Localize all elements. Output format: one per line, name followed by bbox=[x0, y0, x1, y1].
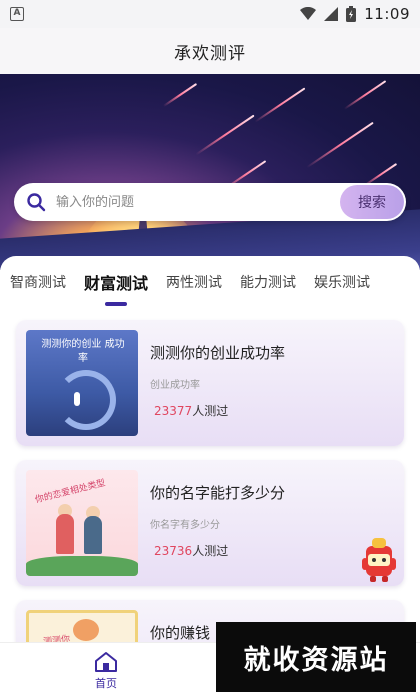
shooting-star bbox=[254, 87, 306, 123]
tab-entertainment-test[interactable]: 娱乐测试 bbox=[308, 272, 376, 292]
tab-ability-test[interactable]: 能力测试 bbox=[234, 272, 302, 292]
tab-relationship-test[interactable]: 两性测试 bbox=[160, 272, 228, 292]
card-thumbnail: 你的恋爱相处类型 bbox=[26, 470, 138, 576]
thumbnail-caption: 你的恋爱相处类型 bbox=[34, 478, 107, 506]
battery-icon bbox=[346, 6, 357, 22]
count-number: 23377 bbox=[154, 404, 193, 418]
shooting-star bbox=[195, 114, 255, 156]
status-time: 11:09 bbox=[364, 5, 410, 23]
boy-figure-image bbox=[84, 516, 102, 554]
nav-home[interactable]: 首页 bbox=[84, 651, 128, 691]
card-thumbnail: 测测你的创业 成功率 bbox=[26, 330, 138, 436]
bear-image bbox=[73, 619, 99, 641]
card-test-count: 23736人测过 bbox=[154, 542, 228, 559]
android-notification-icon: A bbox=[10, 7, 24, 21]
card-subtitle: 你名字有多少分 bbox=[150, 520, 220, 531]
shooting-star bbox=[306, 121, 374, 169]
thumbnail-caption: 测测你的创业 成功率 bbox=[41, 339, 125, 364]
card-title: 你的赚钱 bbox=[150, 624, 211, 642]
wifi-icon bbox=[300, 7, 317, 20]
shooting-star bbox=[162, 82, 198, 108]
card-title: 测测你的创业成功率 bbox=[150, 344, 286, 362]
tab-iq-test[interactable]: 智商测试 bbox=[4, 272, 72, 292]
spiral-stairs-image bbox=[56, 370, 116, 430]
signal-icon bbox=[324, 7, 339, 21]
count-suffix: 人测过 bbox=[192, 404, 229, 418]
nav-home-label: 首页 bbox=[95, 677, 117, 690]
home-icon bbox=[95, 652, 117, 672]
category-tabs: 智商测试 财富测试 两性测试 能力测试 娱乐测试 bbox=[0, 256, 420, 314]
page-title: 承欢测评 bbox=[174, 43, 246, 64]
status-icons: 11:09 bbox=[300, 5, 410, 23]
search-icon bbox=[27, 193, 46, 212]
red-envelope-mascot-icon[interactable] bbox=[358, 536, 400, 584]
flowers-image bbox=[26, 556, 138, 576]
card-test-count: 23377人测过 bbox=[154, 402, 228, 419]
search-bar: 搜索 bbox=[14, 183, 406, 221]
test-card[interactable]: 测测你的创业 成功率 测测你的创业成功率 创业成功率 23377人测过 bbox=[16, 320, 404, 446]
banner-image bbox=[0, 74, 420, 270]
girl-figure-image bbox=[56, 514, 74, 554]
shooting-star bbox=[343, 80, 387, 110]
tab-wealth-test[interactable]: 财富测试 bbox=[78, 270, 154, 306]
test-card[interactable]: 你的恋爱相处类型 你的名字能打多少分 你名字有多少分 23736人测过 bbox=[16, 460, 404, 586]
search-input[interactable] bbox=[56, 194, 340, 210]
person-figure-image bbox=[74, 392, 80, 406]
count-suffix: 人测过 bbox=[192, 544, 229, 558]
count-number: 23736 bbox=[154, 544, 193, 558]
card-subtitle: 创业成功率 bbox=[150, 380, 200, 391]
watermark-overlay: 就收资源站 bbox=[216, 622, 416, 692]
card-title: 你的名字能打多少分 bbox=[150, 484, 286, 502]
search-button[interactable]: 搜索 bbox=[340, 185, 404, 219]
status-bar: A 11:09 bbox=[0, 0, 420, 28]
title-bar: 承欢测评 bbox=[0, 28, 420, 74]
